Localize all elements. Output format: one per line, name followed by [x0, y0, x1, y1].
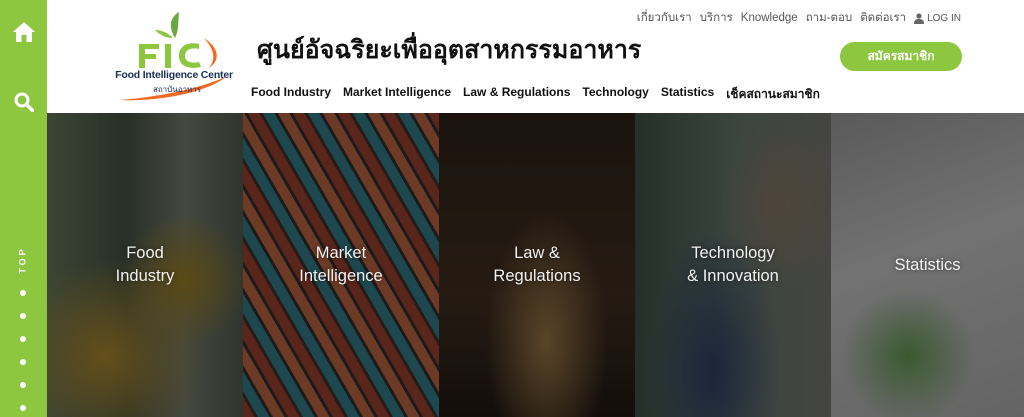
- user-icon: [914, 12, 925, 24]
- nav-statistics[interactable]: Statistics: [661, 85, 714, 104]
- panel-market-intelligence[interactable]: Market Intelligence: [243, 113, 439, 417]
- scroll-dot[interactable]: [20, 359, 26, 365]
- panel-label: Food Industry: [115, 244, 175, 285]
- top-menu-about[interactable]: เกี่ยวกับเรา: [637, 9, 692, 27]
- panel-label: Market Intelligence: [299, 244, 383, 285]
- nav-member-status[interactable]: เช็คสถานะสมาชิก: [726, 85, 820, 104]
- scroll-dot[interactable]: [20, 382, 26, 388]
- scroll-dot[interactable]: [20, 313, 26, 319]
- scroll-dot[interactable]: [20, 405, 26, 411]
- site-title: ศูนย์อัจฉริยะเพื่ออุตสาหกรรมอาหาร: [257, 36, 642, 64]
- home-button[interactable]: [0, 12, 47, 52]
- back-to-top-link[interactable]: TOP: [13, 240, 33, 280]
- home-icon: [12, 22, 35, 42]
- panel-label: Law & Regulations: [493, 244, 581, 285]
- panel-label: Statistics: [894, 255, 961, 274]
- panel-food-industry[interactable]: Food Industry: [47, 113, 243, 417]
- signup-button[interactable]: สมัครสมาชิก: [840, 42, 962, 71]
- scroll-dot[interactable]: [20, 336, 26, 342]
- main-nav: Food Industry Market Intelligence Law & …: [251, 85, 832, 104]
- nav-market-intelligence[interactable]: Market Intelligence: [343, 85, 451, 104]
- search-icon: [14, 92, 34, 112]
- back-to-top-label: TOP: [18, 246, 28, 274]
- top-menu: เกี่ยวกับเรา บริการ Knowledge ถาม-ตอบ ติ…: [629, 9, 961, 27]
- site-header: Food Intelligence Center สถาบันอาหาร ศูน…: [47, 0, 1024, 113]
- scroll-dot[interactable]: [20, 290, 26, 296]
- category-panels: Food Industry Market Intelligence Law & …: [47, 113, 1024, 417]
- side-rail: TOP: [0, 0, 47, 417]
- top-menu-faq[interactable]: ถาม-ตอบ: [806, 9, 853, 27]
- nav-food-industry[interactable]: Food Industry: [251, 85, 331, 104]
- search-button[interactable]: [0, 82, 47, 122]
- nav-technology[interactable]: Technology: [582, 85, 648, 104]
- top-menu-knowledge[interactable]: Knowledge: [741, 12, 798, 24]
- nav-law-regulations[interactable]: Law & Regulations: [463, 85, 570, 104]
- top-menu-services[interactable]: บริการ: [700, 9, 733, 27]
- top-menu-contact[interactable]: ติดต่อเรา: [860, 9, 906, 27]
- panel-label: Technology & Innovation: [687, 244, 779, 285]
- login-label: LOG IN: [927, 12, 961, 24]
- site-logo[interactable]: Food Intelligence Center สถาบันอาหาร: [109, 8, 239, 103]
- login-link[interactable]: LOG IN: [914, 13, 961, 24]
- panel-technology-innovation[interactable]: Technology & Innovation: [635, 113, 831, 417]
- panel-statistics[interactable]: Statistics: [831, 113, 1024, 417]
- fic-logo-mark: [139, 12, 217, 68]
- logo-thai-caption: สถาบันอาหาร: [152, 85, 202, 94]
- panel-law-regulations[interactable]: Law & Regulations: [439, 113, 635, 417]
